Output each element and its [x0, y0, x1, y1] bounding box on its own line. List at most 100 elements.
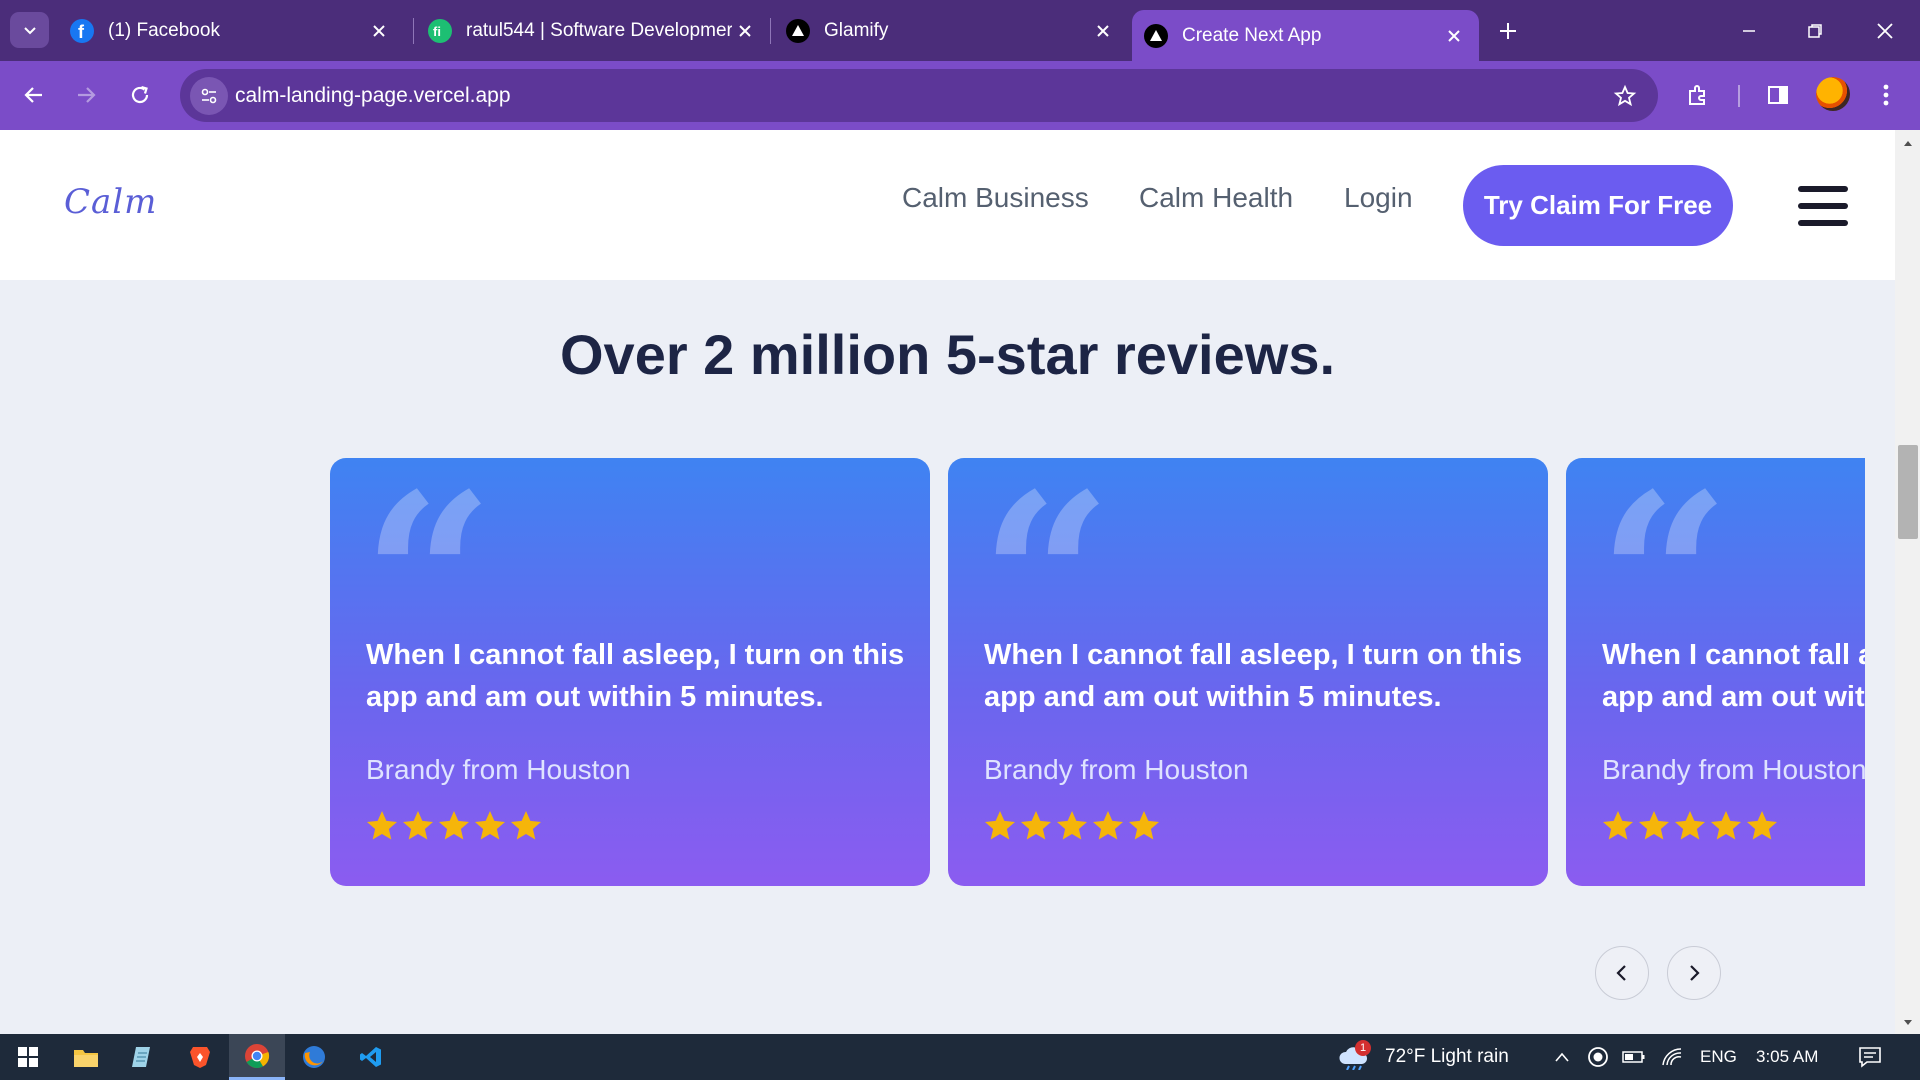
taskbar-vscode[interactable]	[343, 1034, 399, 1080]
vscode-icon	[360, 1047, 381, 1067]
start-button[interactable]	[0, 1034, 56, 1080]
language-indicator[interactable]: ENG	[1700, 1034, 1737, 1080]
side-panel-button[interactable]	[1758, 75, 1798, 115]
review-author: Brandy from Houston	[984, 754, 1249, 785]
taskbar-chrome[interactable]	[229, 1034, 285, 1080]
tab-title: ratul544 | Software Developmer	[466, 19, 732, 41]
close-icon[interactable]	[732, 18, 758, 44]
minimize-icon	[1743, 29, 1755, 32]
calm-logo[interactable]: Calm	[64, 182, 157, 222]
taskbar-firefox[interactable]	[286, 1034, 342, 1080]
try-free-button[interactable]: Try Claim For Free	[1463, 165, 1733, 246]
tab-facebook[interactable]: f (1) Facebook	[70, 0, 400, 61]
star-icon	[985, 811, 1015, 840]
bookmark-star-icon[interactable]	[1606, 77, 1644, 115]
vercel-icon	[1144, 23, 1168, 48]
tab-separator	[413, 18, 414, 44]
clock[interactable]: 3:05 AM	[1756, 1034, 1818, 1080]
chevron-down-icon	[23, 27, 36, 35]
arrow-left-icon	[24, 87, 42, 103]
restore-button[interactable]	[1782, 0, 1848, 61]
notepad-icon	[132, 1047, 150, 1067]
notification-icon[interactable]	[1858, 1045, 1882, 1069]
minimize-button[interactable]	[1716, 0, 1782, 61]
brave-icon	[190, 1047, 210, 1068]
tab-search-button[interactable]	[10, 12, 49, 48]
close-icon[interactable]	[1090, 18, 1116, 44]
plus-icon	[1500, 22, 1516, 39]
star-rating	[982, 808, 1162, 844]
review-card: “ When I cannot fall asleep, I turn on t…	[948, 458, 1548, 886]
scroll-up-arrow[interactable]	[1898, 134, 1918, 152]
nav-calm-health[interactable]: Calm Health	[1139, 182, 1293, 214]
tab-title: (1) Facebook	[108, 19, 220, 41]
star-icon	[403, 811, 433, 840]
hamburger-menu-icon[interactable]	[1798, 186, 1848, 226]
review-author: Brandy from Houston	[1602, 754, 1865, 785]
windows-icon	[18, 1047, 38, 1067]
battery-icon[interactable]	[1622, 1045, 1646, 1069]
forward-button[interactable]	[66, 75, 106, 115]
site-settings-icon[interactable]	[190, 77, 228, 115]
puzzle-icon	[1689, 85, 1705, 105]
review-text: When I cannot fall asleep, I turn on thi…	[1602, 639, 1865, 713]
scroll-down-arrow[interactable]	[1898, 1014, 1918, 1032]
star-rating	[364, 808, 544, 844]
taskbar-notepad[interactable]	[115, 1034, 171, 1080]
close-icon[interactable]	[1441, 23, 1467, 49]
close-icon[interactable]	[366, 18, 392, 44]
arrow-right-icon	[78, 87, 96, 103]
record-icon[interactable]	[1586, 1045, 1610, 1069]
toolbar-divider	[1738, 85, 1740, 107]
star-icon	[439, 811, 469, 840]
star-icon	[1711, 811, 1741, 840]
more-vert-icon	[1883, 84, 1889, 106]
url-text[interactable]: calm-landing-page.vercel.app	[235, 69, 511, 122]
weather-badge: 1	[1355, 1040, 1371, 1056]
review-text: When I cannot fall asleep, I turn on thi…	[984, 639, 1523, 713]
star-icon	[1093, 811, 1123, 840]
nav-login[interactable]: Login	[1344, 182, 1413, 214]
address-bar[interactable]: calm-landing-page.vercel.app	[180, 69, 1658, 122]
star-icon	[1021, 811, 1051, 840]
reload-button[interactable]	[120, 75, 160, 115]
weather-text[interactable]: 72°F Light rain	[1385, 1034, 1509, 1080]
tab-glamify[interactable]: Glamify	[786, 0, 1116, 61]
chevron-left-icon	[1616, 965, 1626, 981]
profile-avatar[interactable]	[1816, 77, 1850, 111]
reviews-carousel: “ When I cannot fall asleep, I turn on t…	[330, 458, 1865, 888]
folder-icon	[74, 1050, 98, 1067]
tab-create-next-app[interactable]: Create Next App	[1132, 10, 1479, 61]
page-scrollbar[interactable]	[1895, 130, 1920, 1034]
extensions-button[interactable]	[1678, 75, 1718, 115]
star-icon	[367, 811, 397, 840]
tab-strip: f (1) Facebook fi ratul544 | Software De…	[0, 0, 1920, 61]
review-card: “ When I cannot fall asleep, I turn on t…	[1566, 458, 1865, 886]
star-icon	[1747, 811, 1777, 840]
wifi-icon[interactable]	[1660, 1045, 1684, 1069]
reload-icon	[131, 85, 149, 104]
restore-icon	[1808, 23, 1822, 38]
tab-title: Create Next App	[1182, 24, 1322, 46]
back-button[interactable]	[14, 75, 54, 115]
star-icon	[1675, 811, 1705, 840]
star-icon	[511, 811, 541, 840]
carousel-next-button[interactable]	[1667, 946, 1721, 1000]
close-window-button[interactable]	[1852, 0, 1918, 61]
reviews-heading: Over 2 million 5-star reviews.	[559, 323, 1336, 386]
menu-button[interactable]	[1866, 75, 1906, 115]
carousel-prev-button[interactable]	[1595, 946, 1649, 1000]
tab-fiverr[interactable]: fi ratul544 | Software Developmer	[428, 0, 758, 61]
nav-calm-business[interactable]: Calm Business	[902, 182, 1089, 214]
taskbar-brave[interactable]	[172, 1034, 228, 1080]
side-panel-icon	[1768, 86, 1788, 104]
scrollbar-thumb[interactable]	[1898, 445, 1918, 539]
firefox-icon	[303, 1046, 325, 1068]
taskbar-file-explorer[interactable]	[58, 1034, 114, 1080]
chevron-right-icon	[1690, 965, 1700, 981]
star-icon	[1057, 811, 1087, 840]
chevron-up-icon[interactable]	[1550, 1045, 1574, 1069]
new-tab-button[interactable]	[1476, 0, 1540, 61]
review-text: When I cannot fall asleep, I turn on thi…	[366, 639, 905, 713]
vercel-icon	[786, 18, 810, 43]
